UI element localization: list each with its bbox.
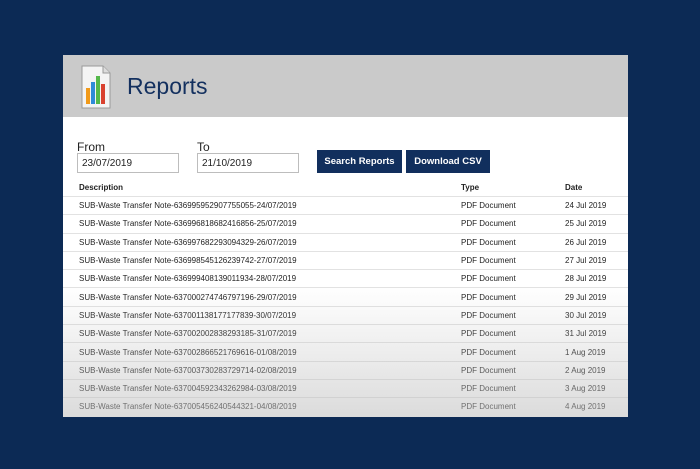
row-description[interactable]: SUB-Waste Transfer Note-6370011381771778… xyxy=(63,306,461,324)
table-row[interactable]: SUB-Waste Transfer Note-6369959529077550… xyxy=(63,196,628,215)
table-row[interactable]: SUB-Waste Transfer Note-6370002747467971… xyxy=(63,287,628,306)
row-type: PDF Document xyxy=(461,256,516,266)
table-row[interactable]: SUB-Waste Transfer Note-6370037302837297… xyxy=(63,361,628,379)
download-csv-button[interactable]: Download CSV xyxy=(406,150,490,173)
row-type: PDF Document xyxy=(461,329,516,339)
row-description[interactable]: SUB-Waste Transfer Note-6370037302837297… xyxy=(63,361,461,379)
reports-table: Description Type Date SUB-Waste Transfer… xyxy=(63,179,628,416)
from-label: From xyxy=(77,140,105,154)
row-date: 26 Jul 2019 xyxy=(565,237,607,247)
page-title: Reports xyxy=(127,73,208,99)
row-date: 30 Jul 2019 xyxy=(565,310,607,320)
row-description[interactable]: SUB-Waste Transfer Note-6369985451262397… xyxy=(63,251,461,269)
row-type: PDF Document xyxy=(461,237,516,247)
to-label: To xyxy=(197,140,210,154)
table-row[interactable]: SUB-Waste Transfer Note-6370011381771778… xyxy=(63,306,628,324)
row-date: 3 Aug 2019 xyxy=(565,384,606,394)
row-type: PDF Document xyxy=(461,365,516,375)
page-header: Reports xyxy=(63,55,628,117)
table-body: SUB-Waste Transfer Note-6369959529077550… xyxy=(63,196,628,416)
row-type: PDF Document xyxy=(461,402,516,412)
row-type: PDF Document xyxy=(461,201,516,211)
column-header-date[interactable]: Date xyxy=(565,179,628,197)
row-date: 25 Jul 2019 xyxy=(565,219,607,229)
from-date-input[interactable] xyxy=(77,153,179,173)
table-row[interactable]: SUB-Waste Transfer Note-6370045923432629… xyxy=(63,379,628,397)
row-description[interactable]: SUB-Waste Transfer Note-6369976822930943… xyxy=(63,233,461,251)
row-description[interactable]: SUB-Waste Transfer Note-6369959529077550… xyxy=(63,197,461,215)
row-date: 29 Jul 2019 xyxy=(565,292,607,302)
report-chart-icon xyxy=(81,65,111,109)
row-type: PDF Document xyxy=(461,274,516,284)
row-type: PDF Document xyxy=(461,347,516,357)
row-date: 31 Jul 2019 xyxy=(565,329,607,339)
row-date: 4 Aug 2019 xyxy=(565,402,606,412)
table-header-row: Description Type Date xyxy=(63,179,628,197)
row-date: 2 Aug 2019 xyxy=(565,365,606,375)
search-reports-button[interactable]: Search Reports xyxy=(317,150,402,173)
row-type: PDF Document xyxy=(461,384,516,394)
table-row[interactable]: SUB-Waste Transfer Note-6369976822930943… xyxy=(63,233,628,251)
row-type: PDF Document xyxy=(461,219,516,229)
row-description[interactable]: SUB-Waste Transfer Note-6370002747467971… xyxy=(63,288,461,306)
row-type: PDF Document xyxy=(461,310,516,320)
table-row[interactable]: SUB-Waste Transfer Note-6370028665217696… xyxy=(63,342,628,361)
reports-panel: Reports From To Search Reports Download … xyxy=(63,55,628,417)
row-description[interactable]: SUB-Waste Transfer Note-6370020028382931… xyxy=(63,325,461,343)
table-row[interactable]: SUB-Waste Transfer Note-6369968186824168… xyxy=(63,214,628,233)
row-date: 24 Jul 2019 xyxy=(565,201,607,211)
table-row[interactable]: SUB-Waste Transfer Note-6369994081390119… xyxy=(63,269,628,288)
row-date: 1 Aug 2019 xyxy=(565,347,606,357)
row-description[interactable]: SUB-Waste Transfer Note-6370028665217696… xyxy=(63,343,461,361)
row-date: 27 Jul 2019 xyxy=(565,256,607,266)
row-description[interactable]: SUB-Waste Transfer Note-6370045923432629… xyxy=(63,379,461,397)
row-description[interactable]: SUB-Waste Transfer Note-6369968186824168… xyxy=(63,215,461,233)
table-row[interactable]: SUB-Waste Transfer Note-6370054562405443… xyxy=(63,397,628,416)
column-header-type[interactable]: Type xyxy=(461,179,565,197)
row-description[interactable]: SUB-Waste Transfer Note-6369994081390119… xyxy=(63,270,461,288)
filter-bar: From To Search Reports Download CSV xyxy=(63,117,628,179)
row-type: PDF Document xyxy=(461,292,516,302)
to-date-input[interactable] xyxy=(197,153,299,173)
row-description[interactable]: SUB-Waste Transfer Note-6370054562405443… xyxy=(63,398,461,416)
table-row[interactable]: SUB-Waste Transfer Note-6370020028382931… xyxy=(63,324,628,343)
row-date: 28 Jul 2019 xyxy=(565,274,607,284)
table-row[interactable]: SUB-Waste Transfer Note-6369985451262397… xyxy=(63,251,628,269)
column-header-description[interactable]: Description xyxy=(63,179,461,197)
